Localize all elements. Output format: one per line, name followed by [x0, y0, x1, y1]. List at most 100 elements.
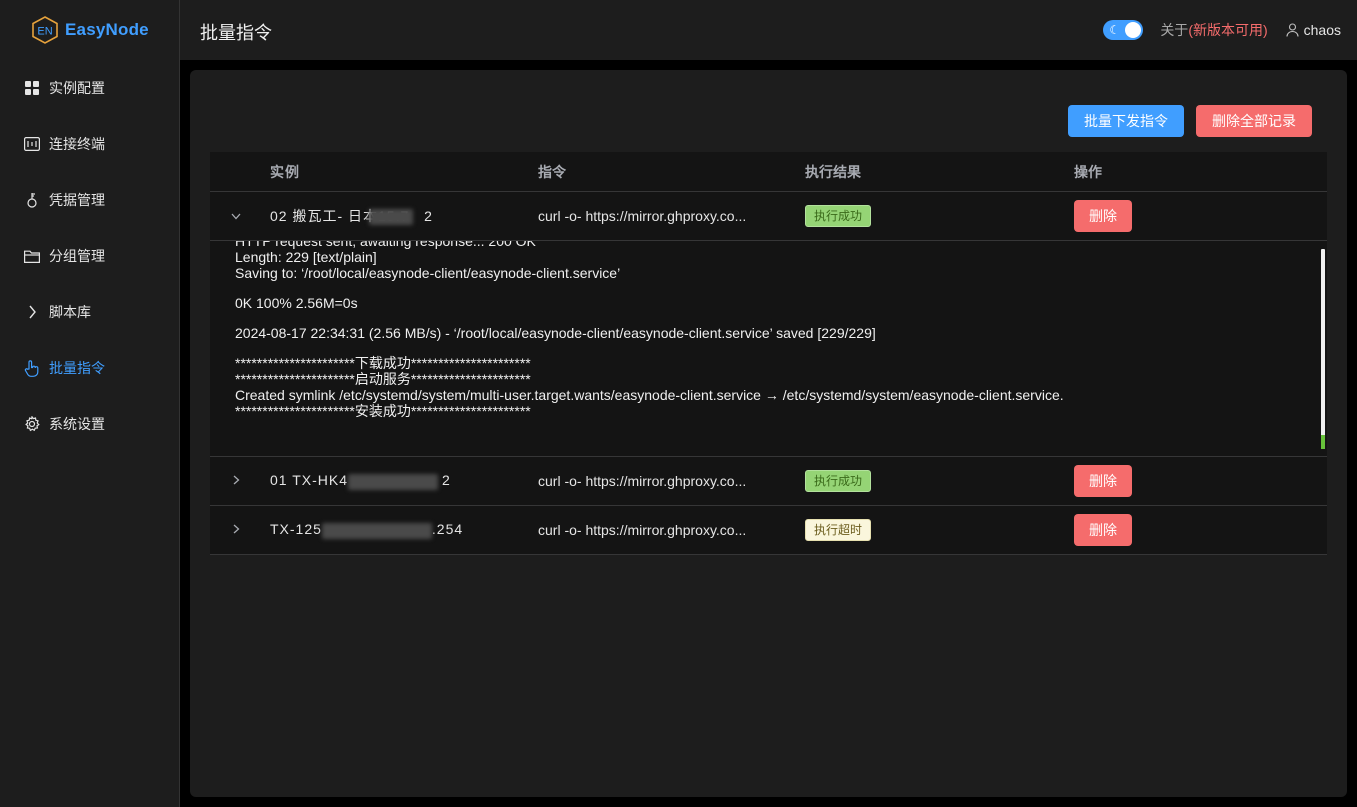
status-badge: 执行成功 — [805, 205, 872, 227]
output-line: Saving to: ‘/root/local/easynode-client/… — [235, 265, 621, 281]
command-text: curl -o- https://mirror.ghproxy.co... — [538, 522, 747, 538]
sidebar-item-label: 脚本库 — [49, 304, 91, 320]
key-icon — [23, 191, 41, 209]
header-actions: ☾ 关于(新版本可用) chaos — [1103, 19, 1341, 41]
logo[interactable]: EN EasyNode — [32, 16, 149, 44]
toggle-knob — [1125, 22, 1142, 38]
main-card: 批量下发指令 删除全部记录 实例 指令 执行结果 操作 02 搬瓦工- 日本15… — [190, 70, 1347, 797]
expand-toggle[interactable] — [210, 523, 262, 537]
output-scrollbar[interactable] — [1321, 249, 1325, 449]
command-output-text: HTTP request sent, awaiting response... … — [235, 241, 1305, 419]
sidebar: EN EasyNode 实例配置 连接终端 凭据管理 分组管理 脚本库 批量指令… — [0, 0, 180, 807]
output-line: 0K 100% 2.56M=0s — [235, 295, 358, 311]
chevron-down-icon — [231, 209, 241, 223]
username: chaos — [1303, 22, 1341, 38]
delete-button[interactable]: 删除 — [1074, 514, 1132, 546]
redacted-text — [369, 209, 414, 226]
toolbar: 批量下发指令 删除全部记录 — [1068, 105, 1312, 137]
update-notice: (新版本可用) — [1188, 22, 1268, 38]
header: 批量指令 ☾ 关于(新版本可用) chaos — [180, 0, 1357, 60]
expand-toggle[interactable] — [210, 474, 262, 488]
table-row: TX-125 .254 curl -o- https://mirror.ghpro… — [210, 506, 1327, 555]
result-cell: 执行超时 — [797, 519, 1064, 541]
sidebar-item-label: 分组管理 — [49, 248, 105, 264]
sidebar-item-label: 实例配置 — [49, 80, 105, 96]
result-cell: 执行成功 — [797, 470, 1064, 492]
instance-name: TX-125 .254 — [262, 521, 530, 539]
theme-toggle[interactable]: ☾ — [1103, 20, 1144, 40]
column-header-actions: 操作 — [1074, 163, 1102, 180]
instance-name-prefix: TX-125 — [270, 521, 322, 538]
redacted-text — [321, 522, 432, 539]
command-table: 实例 指令 执行结果 操作 02 搬瓦工- 日本15.7 2 curl -o- … — [210, 152, 1327, 555]
status-badge: 执行超时 — [805, 519, 872, 541]
grid-icon — [23, 79, 41, 97]
sidebar-item-credentials[interactable]: 凭据管理 — [0, 172, 179, 228]
pointer-icon — [23, 359, 41, 377]
column-header-command: 指令 — [538, 163, 566, 180]
instance-name: 01 TX-HK4 2 — [262, 472, 530, 490]
instance-name-suffix: .254 — [431, 521, 464, 538]
result-cell: 执行成功 — [797, 205, 1064, 227]
output-line: Created symlink /etc/systemd/system/mult… — [235, 387, 1064, 403]
output-line: **********************启动服务**************… — [235, 371, 531, 387]
sidebar-item-label: 批量指令 — [49, 360, 105, 376]
column-header-result: 执行结果 — [805, 163, 861, 180]
output-line: **********************下载成功**************… — [235, 355, 531, 371]
sidebar-item-settings[interactable]: 系统设置 — [0, 396, 179, 452]
command-text: curl -o- https://mirror.ghproxy.co... — [538, 208, 747, 224]
actions-cell: 删除 — [1064, 514, 1327, 546]
delete-button[interactable]: 删除 — [1074, 465, 1132, 497]
sidebar-item-instances[interactable]: 实例配置 — [0, 60, 179, 116]
folder-icon — [23, 247, 41, 265]
about-label: 关于 — [1160, 22, 1189, 38]
moon-icon: ☾ — [1109, 23, 1121, 37]
command-text: curl -o- https://mirror.ghproxy.co... — [538, 473, 747, 489]
column-header-instance: 实例 — [270, 163, 300, 180]
actions-cell: 删除 — [1064, 200, 1327, 232]
chevron-right-icon — [233, 523, 240, 537]
logo-text: EasyNode — [65, 20, 149, 39]
user-menu[interactable]: chaos — [1286, 22, 1341, 38]
sidebar-item-label: 凭据管理 — [49, 192, 105, 208]
status-badge: 执行成功 — [805, 470, 872, 492]
output-line: Length: 229 [text/plain] — [235, 249, 377, 265]
sidebar-item-scripts[interactable]: 脚本库 — [0, 284, 179, 340]
output-line: 2024-08-17 22:34:31 (2.56 MB/s) - ‘/root… — [235, 325, 876, 341]
logo-mark-text: EN — [37, 26, 52, 38]
batch-send-button[interactable]: 批量下发指令 — [1068, 105, 1184, 137]
gear-icon — [23, 415, 41, 433]
user-icon — [1286, 23, 1299, 37]
logo-hexagon-icon: EN — [32, 16, 58, 44]
sidebar-item-label: 连接终端 — [49, 136, 105, 152]
delete-button[interactable]: 删除 — [1074, 200, 1132, 232]
table-header: 实例 指令 执行结果 操作 — [210, 152, 1327, 192]
scrollbar-marker — [1321, 435, 1325, 449]
redacted-text — [348, 473, 438, 490]
about-link[interactable]: 关于(新版本可用) — [1160, 20, 1267, 40]
instance-name-suffix: 2 — [442, 472, 451, 489]
expand-toggle[interactable] — [210, 209, 262, 223]
chevron-right-icon — [233, 474, 240, 488]
command-output-panel[interactable]: HTTP request sent, awaiting response... … — [210, 241, 1327, 457]
app-root: EN EasyNode 实例配置 连接终端 凭据管理 分组管理 脚本库 批量指令… — [0, 0, 1357, 807]
actions-cell: 删除 — [1064, 465, 1327, 497]
sidebar-item-batch-commands[interactable]: 批量指令 — [0, 340, 179, 396]
chevron-right-icon — [23, 303, 41, 321]
delete-all-records-button[interactable]: 删除全部记录 — [1196, 105, 1312, 137]
terminal-icon — [23, 135, 41, 153]
instance-name-suffix: 2 — [424, 208, 433, 224]
table-row: 02 搬瓦工- 日本15.7 2 curl -o- https://mirror… — [210, 192, 1327, 241]
sidebar-nav: 实例配置 连接终端 凭据管理 分组管理 脚本库 批量指令 系统设置 — [0, 60, 179, 452]
sidebar-item-terminal[interactable]: 连接终端 — [0, 116, 179, 172]
output-line: **********************安装成功**************… — [235, 403, 531, 419]
sidebar-item-label: 系统设置 — [49, 416, 105, 432]
output-line: HTTP request sent, awaiting response... … — [235, 241, 536, 249]
sidebar-item-groups[interactable]: 分组管理 — [0, 228, 179, 284]
instance-name: 02 搬瓦工- 日本15.7 2 — [262, 206, 530, 226]
table-row: 01 TX-HK4 2 curl -o- https://mirror.ghpro… — [210, 457, 1327, 506]
instance-name-prefix: 01 TX-HK4 — [270, 472, 348, 489]
